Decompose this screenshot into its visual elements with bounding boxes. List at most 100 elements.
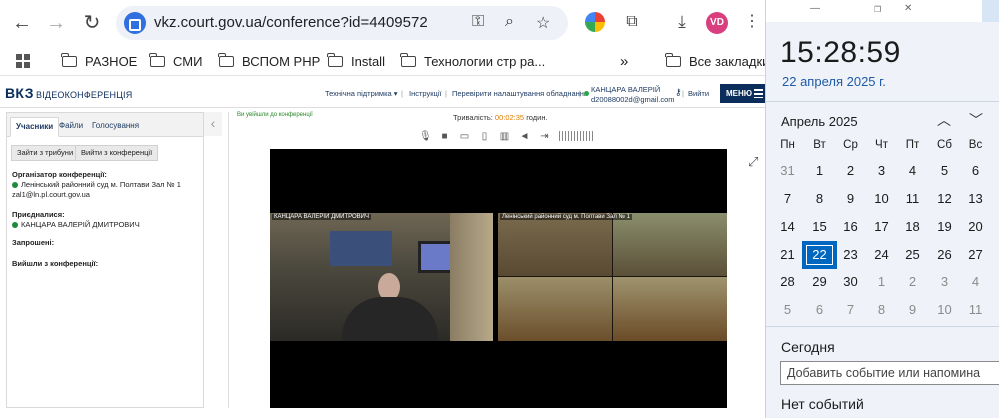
forward-icon[interactable]: → — [44, 11, 68, 35]
extension-color-icon[interactable] — [585, 12, 605, 32]
divider — [766, 101, 999, 102]
next-month-icon[interactable]: ﹀ — [969, 110, 983, 130]
calendar-day[interactable]: 1 — [866, 270, 897, 294]
reload-icon[interactable]: ↻ — [80, 11, 104, 35]
screen-share-icon[interactable]: ▭ — [459, 131, 470, 142]
calendar-day[interactable]: 5 — [929, 159, 960, 183]
video-stream[interactable]: КАНЦАРА ВАЛЕРІЙ ДМИТРОВИЧ Ленінський рай… — [270, 149, 727, 408]
online-status-dot — [584, 91, 589, 96]
prev-month-icon[interactable]: ︿ — [937, 110, 951, 130]
profile-avatar[interactable]: VD — [706, 12, 728, 34]
calendar-day[interactable]: 15 — [804, 215, 835, 239]
calendar-day[interactable]: 10 — [866, 187, 897, 211]
calendar-day[interactable]: 17 — [866, 215, 897, 239]
calendar-day[interactable]: 2 — [897, 270, 928, 294]
tab-files[interactable]: Файли — [54, 117, 88, 137]
leave-conference-button[interactable]: Вийти з конференції — [75, 145, 159, 161]
instructions-link[interactable]: Інструкції — [409, 89, 442, 98]
maximize-icon[interactable]: ❐ — [874, 5, 881, 14]
menu-button[interactable]: МЕНЮ — [720, 84, 765, 103]
calendar-day[interactable]: 11 — [960, 298, 991, 322]
calendar-day[interactable]: 16 — [835, 215, 866, 239]
add-event-input[interactable]: Добавить событие или напомина — [780, 361, 999, 385]
key-icon[interactable]: ⚿ — [472, 13, 484, 31]
document-icon[interactable]: ▯ — [479, 131, 490, 142]
calendar-day[interactable]: 20 — [960, 215, 991, 239]
calendar-day[interactable]: 7 — [835, 298, 866, 322]
calendar-day[interactable]: 24 — [866, 243, 897, 267]
calendar-day[interactable]: 8 — [866, 298, 897, 322]
calendar-day[interactable]: 2 — [835, 159, 866, 183]
bookmark-folder[interactable]: Все закладки — [665, 52, 765, 70]
calendar-day[interactable]: 11 — [897, 187, 928, 211]
tab-participants[interactable]: Учасники — [10, 117, 60, 137]
check-equipment-link[interactable]: Перевірити налаштування обладнання — [452, 89, 588, 98]
extensions-puzzle-icon[interactable]: ⧉ — [622, 12, 642, 32]
logout-link[interactable]: Вийти — [688, 89, 709, 98]
calendar-day[interactable]: 31 — [772, 159, 803, 183]
calendar-day[interactable]: 4 — [960, 270, 991, 294]
calendar-day[interactable]: 9 — [835, 187, 866, 211]
bookmarks-overflow-icon[interactable]: » — [620, 52, 628, 70]
tribune-button[interactable]: Зайти з трибуни — [11, 145, 80, 161]
collapse-panel-icon[interactable]: ‹ — [204, 112, 222, 136]
calendar-day[interactable]: 23 — [835, 243, 866, 267]
calendar-day[interactable]: 6 — [960, 159, 991, 183]
calendar-day[interactable]: 1 — [804, 159, 835, 183]
tab-voting[interactable]: Голосування — [87, 117, 144, 137]
calendar-day[interactable]: 14 — [772, 215, 803, 239]
volume-meter[interactable] — [559, 131, 593, 141]
calendar-day[interactable]: 3 — [866, 159, 897, 183]
close-icon[interactable]: ✕ — [904, 3, 912, 14]
zoom-icon[interactable]: ⌕ — [505, 13, 514, 31]
browser-toolbar: ← → ↻ vkz.court.gov.ua/conference?id=440… — [0, 0, 765, 46]
clock-date[interactable]: 22 апреля 2025 г. — [782, 74, 886, 89]
apps-grid-icon[interactable] — [16, 54, 30, 68]
fullscreen-icon[interactable]: ⤢ — [748, 154, 758, 170]
bookmark-folder[interactable]: РАЗНОЕ — [61, 52, 137, 70]
bookmark-folder[interactable]: СМИ — [149, 52, 202, 70]
calendar-day[interactable]: 8 — [804, 187, 835, 211]
calendar-day[interactable]: 27 — [960, 243, 991, 267]
camera-icon[interactable]: ■ — [439, 131, 450, 142]
calendar-day[interactable]: 9 — [897, 298, 928, 322]
back-icon[interactable]: ← — [10, 11, 34, 35]
calendar-day[interactable]: 19 — [929, 215, 960, 239]
calendar-day[interactable]: 6 — [804, 298, 835, 322]
conference-controls: 🎙 ■ ▭ ▯ ▥ ◄ ⇥ — [419, 129, 593, 143]
download-icon[interactable]: ⤓ — [672, 12, 692, 32]
url-text[interactable]: vkz.court.gov.ua/conference?id=4409572 — [154, 14, 428, 31]
exit-icon[interactable]: ⇥ — [539, 131, 550, 142]
layout-icon[interactable]: ▥ — [499, 131, 510, 142]
bookmark-folder[interactable]: ВСПОМ РНР — [218, 52, 320, 70]
month-title[interactable]: Апрель 2025 — [781, 114, 858, 129]
minimize-icon[interactable]: — — [810, 3, 820, 14]
bookmark-folder[interactable]: Install — [327, 52, 385, 70]
calendar-day[interactable]: 26 — [929, 243, 960, 267]
support-menu[interactable]: Технічна підтримка ▾ — [325, 89, 398, 98]
calendar-day[interactable]: 21 — [772, 243, 803, 267]
star-icon[interactable]: ☆ — [536, 13, 550, 33]
calendar-day-today[interactable]: 22 — [802, 241, 837, 269]
calendar-day[interactable]: 10 — [929, 298, 960, 322]
calendar-day[interactable]: 25 — [897, 243, 928, 267]
announce-icon[interactable]: ◄ — [519, 131, 530, 142]
site-info-icon[interactable] — [124, 12, 146, 34]
microphone-icon[interactable]: 🎙 — [419, 131, 432, 142]
site-logo[interactable]: ВКЗ — [5, 85, 34, 101]
kebab-menu-icon[interactable]: ⋮ — [742, 12, 762, 32]
calendar-day[interactable]: 5 — [772, 298, 803, 322]
bookmark-folder[interactable]: Технологии стр ра... — [400, 52, 545, 70]
calendar-day[interactable]: 18 — [897, 215, 928, 239]
calendar-day[interactable]: 28 — [772, 270, 803, 294]
calendar-day[interactable]: 12 — [929, 187, 960, 211]
calendar-day[interactable]: 30 — [835, 270, 866, 294]
calendar-day[interactable]: 13 — [960, 187, 991, 211]
calendar-day[interactable]: 3 — [929, 270, 960, 294]
address-bar[interactable]: vkz.court.gov.ua/conference?id=4409572 ⚿… — [116, 6, 568, 40]
folder-icon — [218, 52, 234, 67]
calendar-day[interactable]: 29 — [804, 270, 835, 294]
calendar-day[interactable]: 4 — [897, 159, 928, 183]
calendar-day[interactable]: 7 — [772, 187, 803, 211]
panel-tabs: Учасники Файли Голосування — [7, 113, 203, 137]
